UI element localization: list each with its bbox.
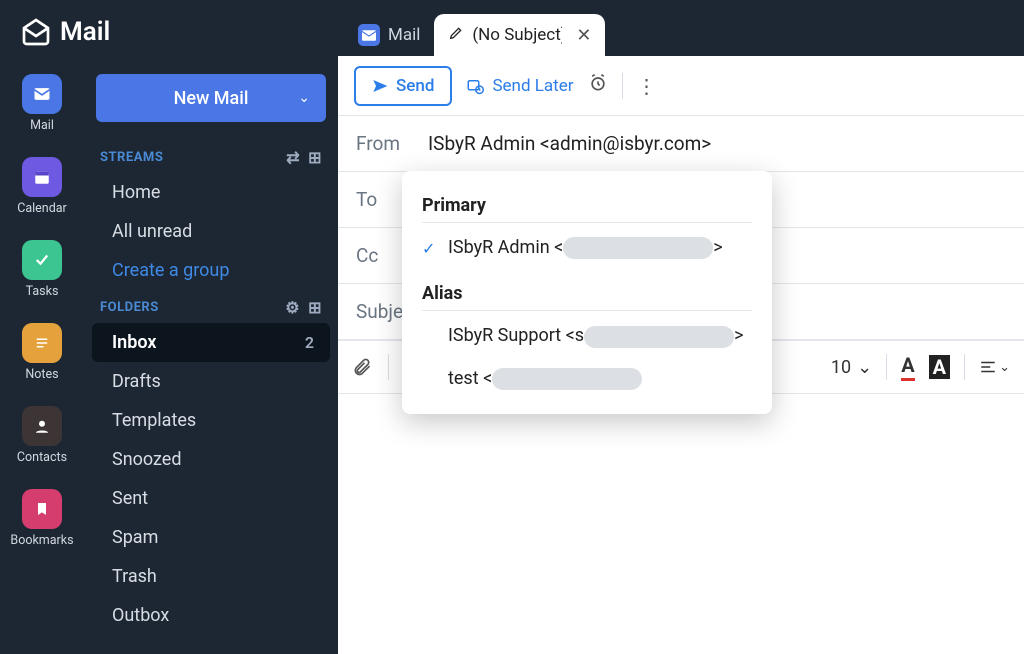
folders-header: FOLDERS ⚙ ⊞ [84, 290, 338, 323]
add-folder-icon[interactable]: ⊞ [308, 298, 322, 317]
stream-home[interactable]: Home [92, 173, 330, 212]
redacted-email [584, 326, 734, 348]
add-stream-icon[interactable]: ⊞ [308, 148, 322, 167]
paper-plane-icon [372, 78, 388, 94]
mail-open-icon [20, 16, 52, 48]
primary-section-header: Primary [422, 189, 752, 223]
calendar-icon [22, 157, 62, 197]
rail-item-notes[interactable]: Notes [22, 323, 62, 382]
folder-trash[interactable]: Trash [92, 557, 330, 596]
rail-item-mail[interactable]: Mail [22, 74, 62, 133]
rail-item-contacts[interactable]: Contacts [17, 406, 67, 465]
divider [622, 73, 623, 99]
inbox-count: 2 [305, 333, 314, 352]
font-size-selector[interactable]: 10 ⌄ [831, 357, 872, 378]
from-option-primary[interactable]: ✓ ISbyR Admin <> [422, 227, 752, 269]
bookmark-icon [22, 489, 62, 529]
folder-snoozed[interactable]: Snoozed [92, 440, 330, 479]
mail-icon [22, 74, 62, 114]
mail-tab-icon [358, 24, 380, 46]
notes-icon [22, 323, 62, 363]
align-icon[interactable]: ⌄ [979, 358, 1010, 376]
brand-title: Mail [60, 17, 110, 47]
from-option-alias-test[interactable]: test < [422, 358, 752, 400]
tabbar: Mail (No Subject) ✕ [338, 0, 1024, 56]
streams-header: STREAMS ⇄ ⊞ [84, 140, 338, 173]
more-menu-icon[interactable]: ⋮ [637, 74, 657, 98]
redacted-email [563, 237, 713, 259]
folder-templates[interactable]: Templates [92, 401, 330, 440]
folder-sent[interactable]: Sent [92, 479, 330, 518]
from-label: From [356, 132, 428, 155]
from-option-alias-support[interactable]: ISbyR Support <s> [422, 315, 752, 357]
tab-mail[interactable]: Mail [344, 14, 434, 56]
filter-icon[interactable]: ⇄ [286, 148, 300, 167]
contacts-icon [22, 406, 62, 446]
rail-item-bookmarks[interactable]: Bookmarks [10, 489, 73, 548]
folder-inbox[interactable]: Inbox 2 [92, 323, 330, 362]
redacted-email [492, 368, 642, 390]
check-icon: ✓ [422, 239, 440, 258]
gear-icon[interactable]: ⚙ [285, 298, 300, 317]
app-rail: Mail Calendar Tasks Notes Contacts [0, 0, 84, 654]
folder-drafts[interactable]: Drafts [92, 362, 330, 401]
tab-compose[interactable]: (No Subject) ✕ [434, 14, 605, 56]
create-group-link[interactable]: Create a group [92, 251, 330, 290]
alias-section-header: Alias [422, 277, 752, 311]
chevron-down-icon: ⌄ [999, 360, 1010, 375]
compose-toolbar: Send Send Later ⋮ [338, 56, 1024, 116]
from-value: ISbyR Admin <admin@isbyr.com> [428, 132, 711, 155]
reminder-icon[interactable] [588, 73, 608, 98]
sidebar: New Mail ⌄ STREAMS ⇄ ⊞ Home All unread C… [84, 0, 338, 654]
send-later-button[interactable]: Send Later [466, 76, 573, 96]
close-tab-icon[interactable]: ✕ [576, 25, 591, 46]
rail-item-tasks[interactable]: Tasks [22, 240, 62, 299]
compose-pane: Send Send Later ⋮ From ISbyR Admin <admi… [338, 56, 1024, 654]
check-icon [22, 240, 62, 280]
folder-spam[interactable]: Spam [92, 518, 330, 557]
app-brand: Mail [0, 16, 338, 48]
stream-all-unread[interactable]: All unread [92, 212, 330, 251]
from-address-dropdown: Primary ✓ ISbyR Admin <> Alias ISbyR Sup… [402, 171, 772, 414]
attachment-icon[interactable] [352, 357, 372, 377]
new-mail-label: New Mail [174, 88, 249, 109]
chevron-down-icon[interactable]: ⌄ [298, 90, 310, 106]
chevron-down-icon: ⌄ [857, 357, 872, 378]
rail-item-calendar[interactable]: Calendar [17, 157, 67, 216]
pencil-icon [448, 25, 464, 46]
main-area: Mail (No Subject) ✕ Send Send Later ⋮ [338, 0, 1024, 654]
send-button[interactable]: Send [354, 66, 452, 106]
folder-outbox[interactable]: Outbox [92, 596, 330, 635]
highlight-color-icon[interactable]: A [929, 355, 950, 379]
send-later-icon [466, 77, 484, 95]
text-color-icon[interactable]: A [901, 353, 914, 381]
new-mail-button[interactable]: New Mail ⌄ [96, 74, 326, 122]
from-row[interactable]: From ISbyR Admin <admin@isbyr.com> [338, 116, 1024, 172]
